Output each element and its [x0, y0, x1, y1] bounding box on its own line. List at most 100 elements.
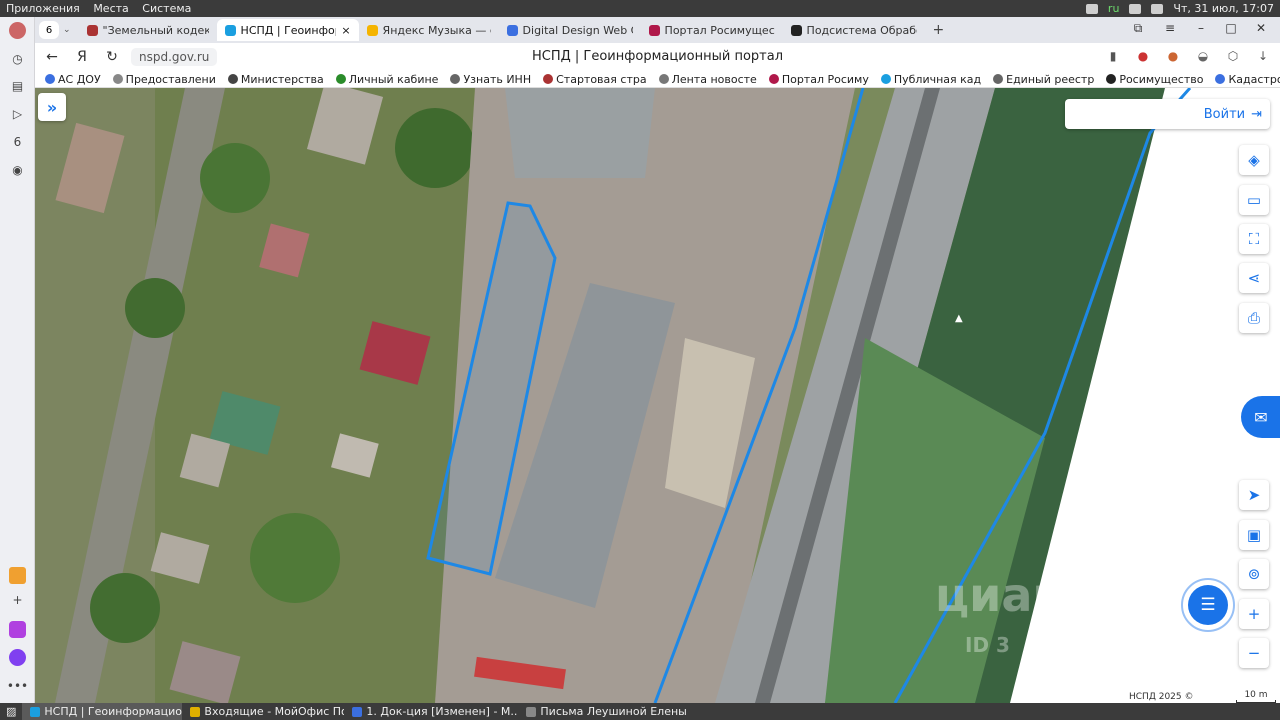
bookmark-personal-cabinet[interactable]: Личный кабине — [335, 73, 438, 86]
profile-avatar-icon[interactable] — [9, 22, 26, 39]
bookmark-rosim-portal[interactable]: Портал Росиму — [768, 72, 869, 86]
bookmark-public-cadastral[interactable]: Публичная кад — [880, 73, 981, 86]
tab-yandex-music[interactable]: Яндекс Музыка — соб — [359, 19, 499, 41]
favicon-icon — [86, 24, 98, 36]
login-button[interactable]: Войти ⇥ — [1065, 99, 1270, 129]
support-chat-button[interactable]: ☰ — [1181, 578, 1235, 632]
taskbar-item-nspd[interactable]: НСПД | Геоинформацион... — [22, 703, 183, 720]
copyright-text: НСПД 2025 © — [1129, 691, 1194, 702]
history-icon[interactable]: ◷ — [9, 50, 26, 67]
minimap-button[interactable]: ▣ — [1239, 520, 1269, 550]
tab-processing-subsystem[interactable]: Подсистема Обработк — [783, 19, 925, 41]
chat-icon: ☰ — [1188, 585, 1228, 625]
layers-button[interactable]: ◈ — [1239, 145, 1269, 175]
volume-icon[interactable] — [1129, 3, 1142, 14]
mail-app-icon — [190, 706, 201, 717]
locate-button[interactable]: ➤ — [1239, 480, 1269, 510]
bookmark-provision[interactable]: Предоставлени — [112, 73, 216, 86]
extension-3-icon[interactable]: ◒ — [1194, 47, 1212, 65]
add-icon[interactable]: + — [9, 591, 26, 608]
browser-menu-icon[interactable]: ≡ — [1162, 20, 1178, 36]
tab-rosim-portal[interactable]: Портал Росимуществ — [641, 19, 783, 41]
close-window-icon[interactable]: ✕ — [1253, 20, 1269, 36]
map-imagery — [35, 88, 1280, 703]
reload-icon[interactable]: ↻ — [101, 46, 123, 68]
bookmark-label: Росимущество — [1119, 72, 1204, 86]
favicon-icon — [45, 74, 55, 84]
bookmark-as-dou[interactable]: АС ДОУ — [45, 73, 101, 86]
bookmark-ministry[interactable]: Министерства — [227, 73, 324, 86]
bookmark-icon[interactable]: ▮ — [1104, 47, 1122, 65]
yandex-icon[interactable]: Я — [71, 46, 93, 68]
tab-digital-design[interactable]: Digital Design Web Clie — [499, 19, 641, 41]
tab-list-chevron-icon[interactable]: ⌄ — [63, 25, 71, 35]
alice-assistant-icon[interactable] — [9, 649, 26, 666]
extension-2-icon[interactable]: ● — [1164, 47, 1182, 65]
bookmark-find-inn[interactable]: Узнать ИНН — [450, 73, 531, 86]
geo-search-button[interactable]: ⊚ — [1239, 559, 1269, 589]
side-chat-button[interactable]: ✉ — [1241, 396, 1280, 438]
bookmark-unified-register[interactable]: Единый реестр — [993, 73, 1094, 86]
downloads-icon[interactable]: ↓ — [1254, 47, 1272, 65]
taskbar-item-letters[interactable]: Письма Леушиной Елены — [518, 703, 688, 720]
extension-1-icon[interactable]: ● — [1134, 47, 1152, 65]
favicon-icon — [1215, 74, 1226, 84]
favicon-icon — [658, 74, 669, 84]
zoom-out-button[interactable]: − — [1239, 638, 1269, 668]
bookmark-start-page[interactable]: Стартовая стра — [543, 72, 647, 86]
satellite-map[interactable]: циан ID 3 » Войти ⇥ ◈ ▭ ⛶ ⋖ ⎙ ✉ ➤ ▣ ⊚ + … — [35, 88, 1280, 703]
address-bar: НСПД | Геоинформационный портал ← Я ↻ ns… — [35, 43, 1280, 71]
map-pin-icon: ⊚ — [1247, 565, 1261, 583]
keyboard-layout[interactable]: ru — [1108, 2, 1120, 15]
tab-count-button[interactable]: 6 — [39, 21, 59, 39]
bookmark-label: Стартовая стра — [556, 72, 647, 86]
maximize-icon[interactable]: □ — [1223, 20, 1239, 36]
select-area-button[interactable]: ⛶ — [1239, 224, 1269, 254]
menu-places[interactable]: Места — [93, 2, 128, 15]
taskbar-item-document[interactable]: 1. Док-ция [Изменен] - М... — [344, 703, 518, 720]
screenshot-icon[interactable]: ◉ — [9, 161, 26, 178]
battery-icon[interactable] — [1151, 3, 1164, 14]
zoom-in-button[interactable]: + — [1239, 599, 1269, 629]
login-label: Войти — [1203, 106, 1246, 122]
menu-applications[interactable]: Приложения — [6, 2, 80, 15]
map-footer: НСПД 2025 © 10 m — [1125, 690, 1280, 703]
minimize-icon[interactable]: – — [1193, 20, 1209, 36]
system-menu: Приложения Места Система — [6, 2, 201, 15]
bookmark-cadastral-map[interactable]: Кадастровая ка — [1215, 73, 1280, 86]
menu-system[interactable]: Система — [142, 2, 191, 15]
yandex-browser-icon — [30, 706, 41, 717]
share-button[interactable]: ⋖ — [1239, 263, 1269, 293]
more-icon[interactable]: ••• — [7, 677, 28, 694]
tab-label: Яндекс Музыка — соб — [382, 23, 491, 37]
tab-label: Портал Росимуществ — [664, 23, 775, 37]
taskbar-label: НСПД | Геоинформацион... — [44, 705, 182, 718]
expand-panel-button[interactable]: » — [38, 93, 66, 121]
ruler-button[interactable]: ▭ — [1239, 185, 1269, 215]
bookmark-label: Портал Росиму — [781, 72, 869, 86]
show-desktop-icon[interactable]: ▨ — [0, 705, 22, 718]
play-icon[interactable]: ▷ — [9, 105, 26, 122]
tab-manager-icon[interactable]: ⧉ — [1130, 20, 1146, 36]
favicon-icon — [768, 74, 779, 84]
clock[interactable]: Чт, 31 июл, 17:07 — [1173, 2, 1274, 15]
favicon-icon — [224, 24, 236, 36]
tab-label: "Земельный кодекс Ро — [102, 23, 209, 37]
collections-icon[interactable]: ▤ — [9, 77, 26, 94]
network-icon[interactable] — [1085, 3, 1098, 14]
mail-icon[interactable] — [9, 567, 26, 584]
url-field[interactable]: nspd.gov.ru — [131, 48, 218, 66]
new-tab-button[interactable]: + — [933, 22, 945, 38]
home-app-icon[interactable] — [9, 621, 26, 638]
print-button[interactable]: ⎙ — [1239, 303, 1269, 333]
tab-nspd[interactable]: НСПД | Геоинформа × — [216, 19, 359, 41]
tabs-counter-icon[interactable]: 6 — [9, 133, 26, 150]
tab-land-code[interactable]: "Земельный кодекс Ро — [79, 19, 217, 41]
close-tab-icon[interactable]: × — [341, 24, 350, 37]
taskbar-item-mail[interactable]: Входящие - МойОфис По... — [182, 703, 344, 720]
extension-4-icon[interactable]: ⬡ — [1224, 47, 1242, 65]
bookmark-rosimushchestvo[interactable]: Росимущество — [1106, 73, 1203, 86]
back-arrow-icon[interactable]: ← — [41, 46, 63, 68]
bookmark-label: АС ДОУ — [58, 72, 101, 86]
bookmark-news-feed[interactable]: Лента новосте — [658, 73, 757, 86]
